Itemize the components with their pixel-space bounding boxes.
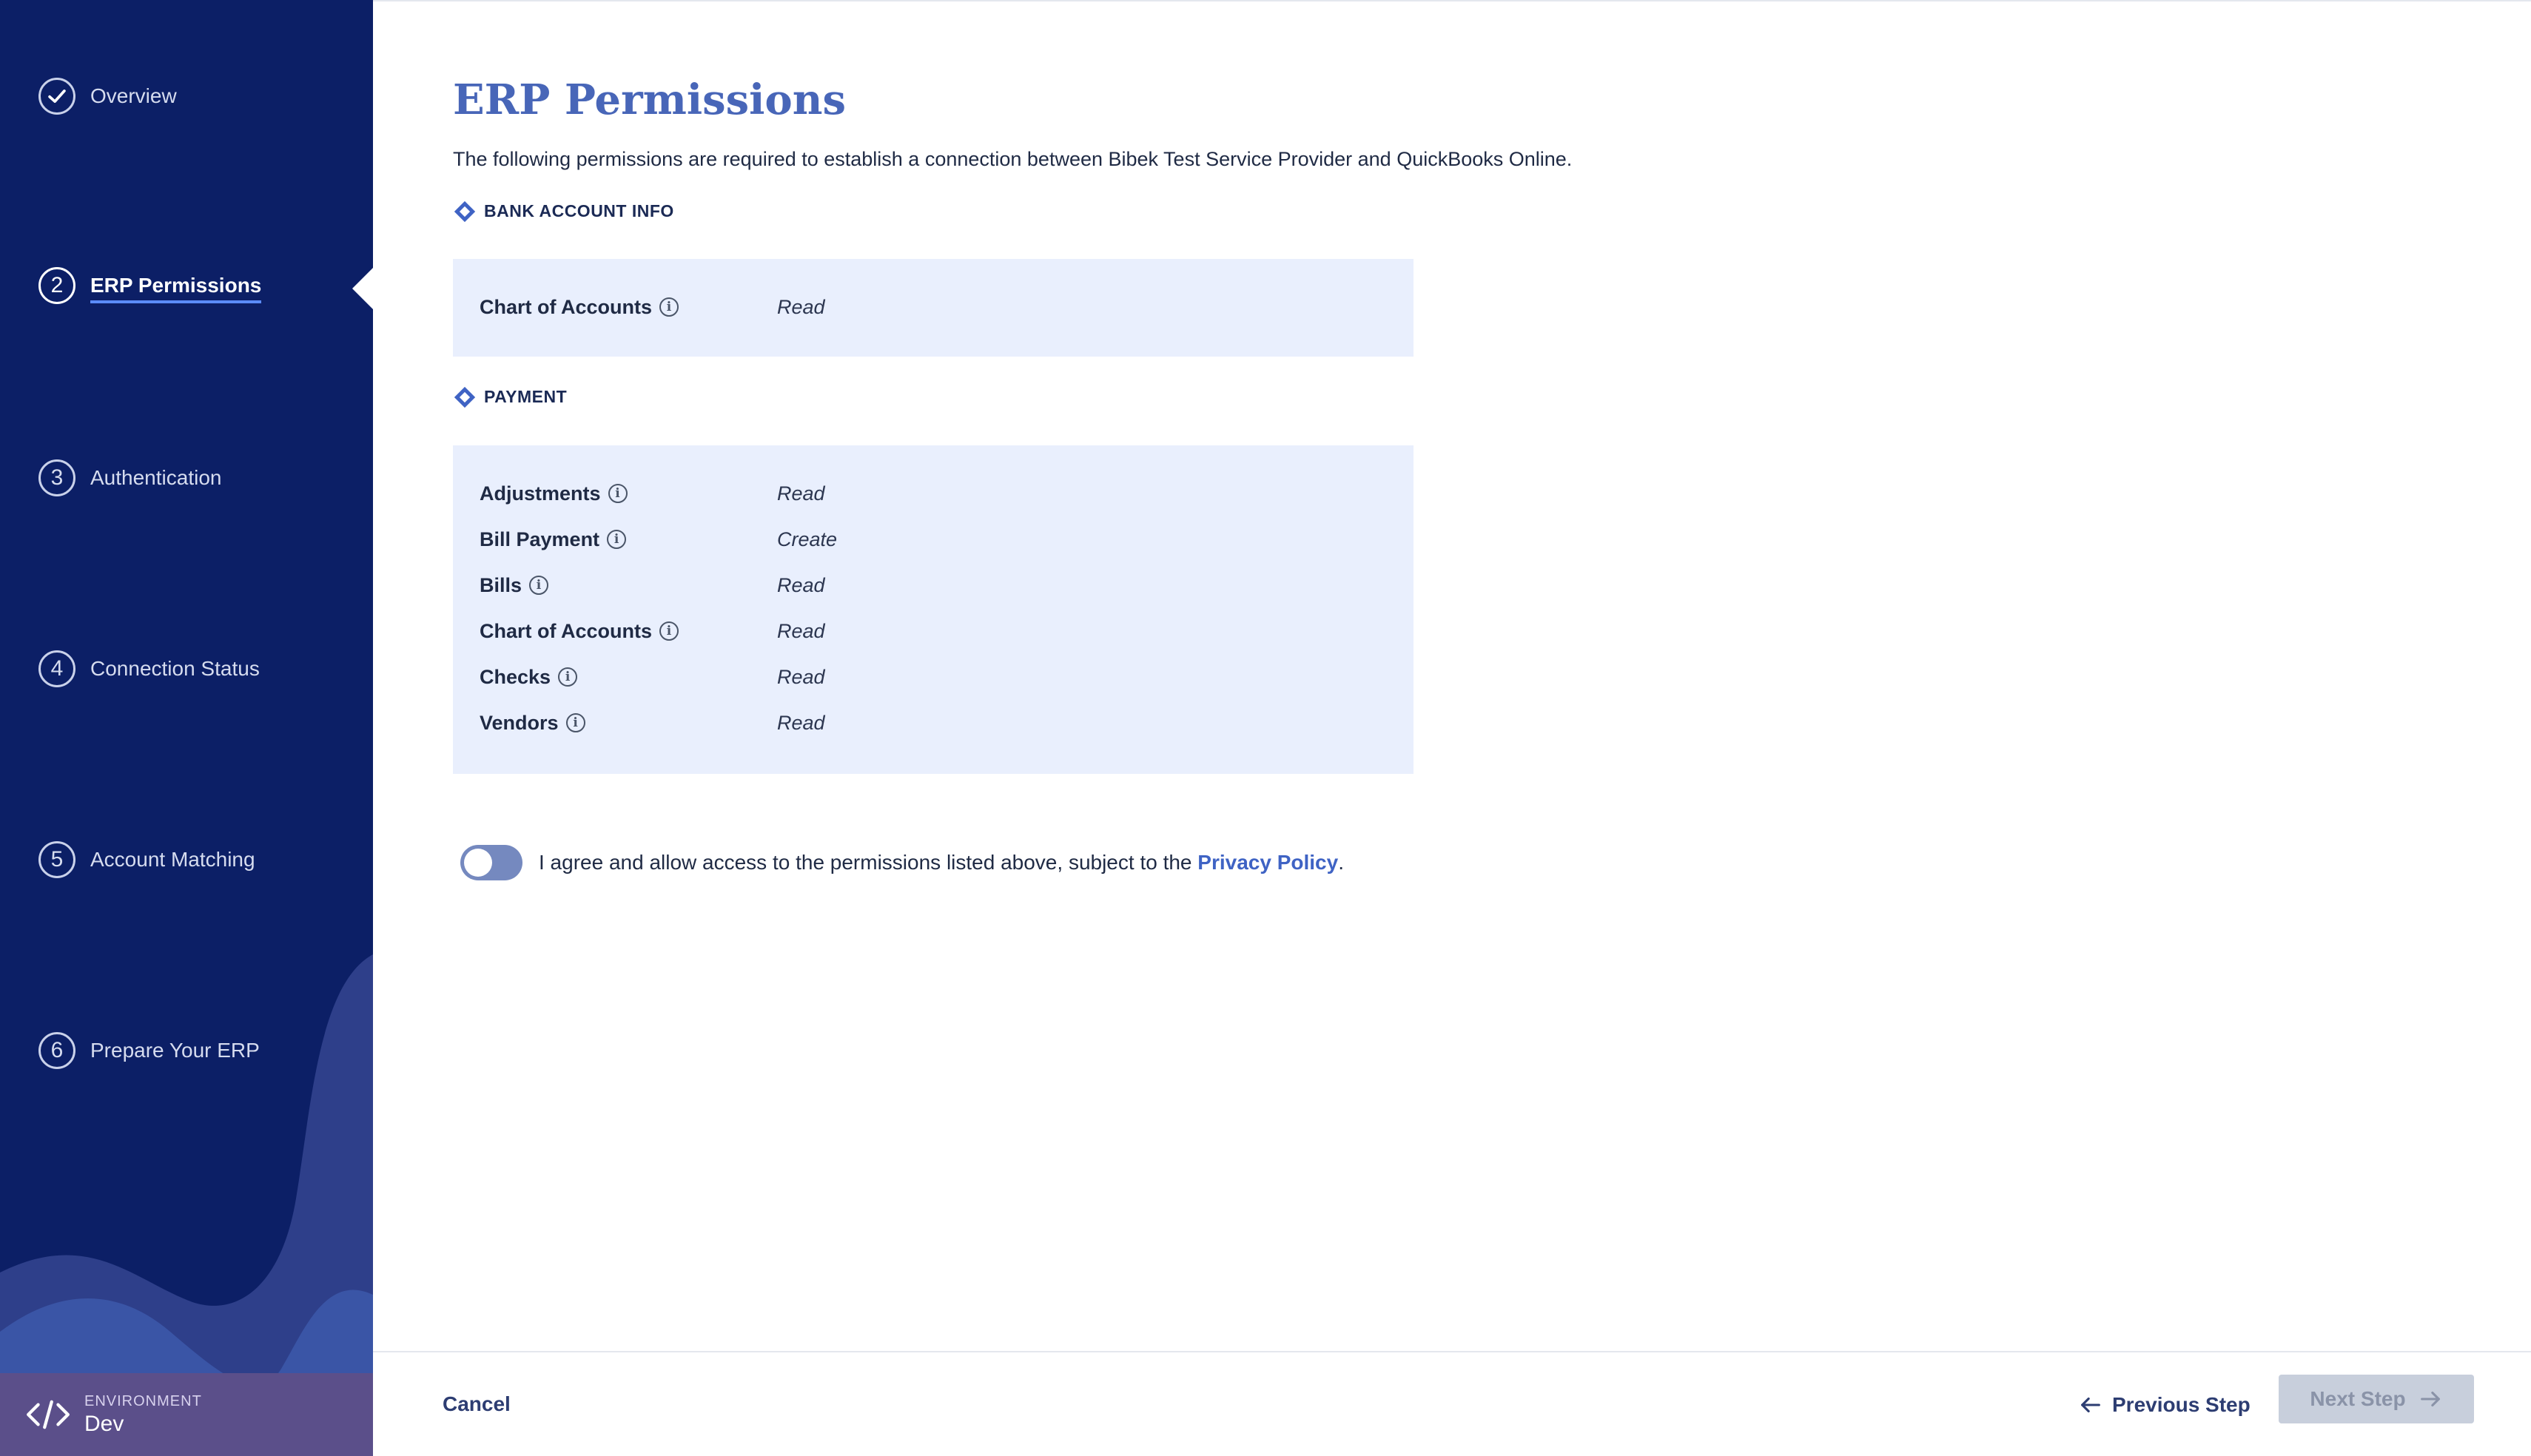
permission-row: Chart of Accounts i Read <box>480 616 1387 646</box>
environment-value: Dev <box>84 1411 124 1436</box>
environment-indicator: ENVIRONMENT Dev <box>0 1373 373 1456</box>
permission-name-text: Vendors <box>480 711 559 734</box>
info-icon[interactable]: i <box>558 667 578 687</box>
step-erp-permissions-number: 2 <box>38 267 75 304</box>
step-account-matching[interactable]: 5 Account Matching <box>38 839 255 880</box>
permission-access: Read <box>777 619 825 642</box>
step-authentication[interactable]: 3 Authentication <box>38 457 221 499</box>
permission-access: Read <box>777 665 825 688</box>
arrow-left-icon <box>2081 1397 2100 1413</box>
section-header-bank-account-info: BANK ACCOUNT INFO <box>454 200 674 222</box>
privacy-policy-link[interactable]: Privacy Policy <box>1197 851 1338 874</box>
check-icon <box>48 90 66 103</box>
permission-name-text: Chart of Accounts <box>480 295 653 318</box>
step-connection-status-number: 4 <box>38 650 75 687</box>
toggle-knob <box>464 849 492 877</box>
info-icon[interactable]: i <box>565 713 585 732</box>
permission-access: Read <box>777 482 825 505</box>
permission-row: Chart of Accounts i Read <box>480 292 1387 322</box>
permission-name: Vendors i <box>480 712 777 735</box>
permission-access: Read <box>777 573 825 596</box>
previous-step-button[interactable]: Previous Step <box>2078 1386 2251 1423</box>
permission-name-text: Bill Payment <box>480 528 600 550</box>
section-header-payment: PAYMENT <box>454 386 568 408</box>
step-authentication-label: Authentication <box>90 466 222 489</box>
permission-row: Vendors i Read <box>480 708 1387 738</box>
permission-access: Read <box>777 295 825 318</box>
permission-name: Bills i <box>480 574 777 597</box>
sidebar: Overview 2 ERP Permissions 3 Authenticat… <box>0 0 373 1456</box>
previous-step-label: Previous Step <box>2112 1393 2251 1416</box>
permission-row: Checks i Read <box>480 662 1387 692</box>
permission-access: Read <box>777 711 825 734</box>
permission-row: Adjustments i Read <box>480 479 1387 508</box>
arrow-right-icon <box>2420 1391 2440 1407</box>
permission-name-text: Chart of Accounts <box>480 619 653 642</box>
next-step-label: Next Step <box>2310 1387 2406 1410</box>
step-account-matching-label: Account Matching <box>90 848 255 871</box>
permission-name: Bill Payment i <box>480 528 777 551</box>
environment-label: ENVIRONMENT <box>84 1392 202 1409</box>
section-title: BANK ACCOUNT INFO <box>484 201 674 220</box>
step-connection-status-label: Connection Status <box>90 657 260 680</box>
consent-text: I agree and allow access to the permissi… <box>539 851 1344 874</box>
consent-toggle[interactable] <box>460 845 522 880</box>
page-title: ERP Permissions <box>453 75 847 124</box>
info-icon[interactable]: i <box>529 576 549 595</box>
step-prepare-your-erp[interactable]: 6 Prepare Your ERP <box>38 1030 260 1071</box>
info-icon[interactable]: i <box>607 530 627 549</box>
step-prepare-your-erp-number: 6 <box>38 1032 75 1069</box>
step-authentication-number: 3 <box>38 459 75 496</box>
permission-name: Chart of Accounts i <box>480 296 777 319</box>
permission-name: Adjustments i <box>480 482 777 505</box>
info-icon[interactable]: i <box>608 484 628 503</box>
sidebar-wave-decoration <box>0 954 373 1456</box>
step-erp-permissions[interactable]: 2 ERP Permissions <box>38 265 262 306</box>
info-icon[interactable]: i <box>659 297 679 317</box>
footer-bar: Cancel Previous Step Next Step <box>373 1351 2531 1456</box>
consent-text-body: I agree and allow access to the permissi… <box>539 851 1198 874</box>
diamond-icon <box>454 200 476 222</box>
active-step-pointer <box>352 268 373 309</box>
page-description: The following permissions are required t… <box>453 148 1573 170</box>
step-account-matching-number: 5 <box>38 841 75 878</box>
step-connection-status[interactable]: 4 Connection Status <box>38 648 260 690</box>
main-content: ERP Permissions The following permission… <box>373 0 2531 1456</box>
step-overview[interactable]: Overview <box>38 75 177 117</box>
permission-box-payment: Adjustments i Read Bill Payment i Create… <box>453 445 1414 774</box>
permission-box-bank-account-info: Chart of Accounts i Read <box>453 259 1414 357</box>
top-divider <box>373 0 2531 1</box>
permission-name-text: Checks <box>480 665 551 688</box>
cancel-button[interactable]: Cancel <box>443 1392 511 1416</box>
permission-name: Checks i <box>480 666 777 689</box>
permission-name-text: Adjustments <box>480 482 601 505</box>
permission-access: Create <box>777 528 838 550</box>
diamond-icon <box>454 386 476 408</box>
permission-name-text: Bills <box>480 573 522 596</box>
permission-name: Chart of Accounts i <box>480 620 777 643</box>
step-erp-permissions-label: ERP Permissions <box>90 274 262 303</box>
permission-row: Bill Payment i Create <box>480 525 1387 554</box>
section-title: PAYMENT <box>484 387 568 406</box>
step-overview-label: Overview <box>90 84 177 107</box>
step-prepare-your-erp-label: Prepare Your ERP <box>90 1039 260 1062</box>
info-icon[interactable]: i <box>659 621 679 641</box>
next-step-button[interactable]: Next Step <box>2279 1375 2474 1423</box>
consent-row: I agree and allow access to the permissi… <box>460 845 1344 880</box>
code-icon <box>27 1400 70 1429</box>
consent-text-suffix: . <box>1338 851 1344 874</box>
permission-row: Bills i Read <box>480 570 1387 600</box>
step-overview-circle <box>38 78 75 115</box>
